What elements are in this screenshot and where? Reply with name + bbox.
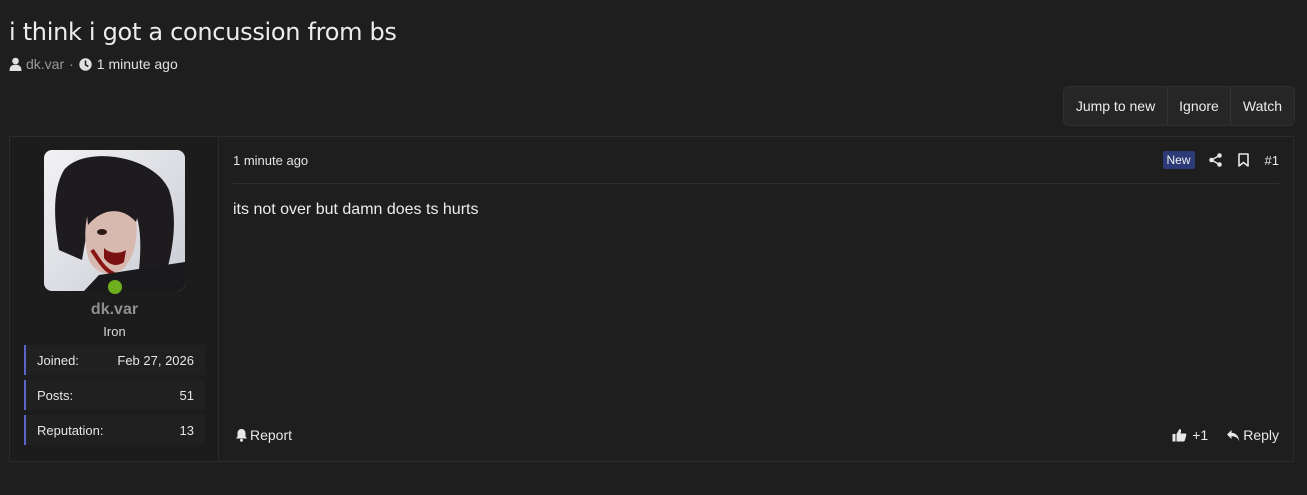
post-footer-actions: +1 Reply (1172, 427, 1279, 443)
stat-joined: Joined: Feb 27, 2026 (24, 345, 205, 375)
post: dk.var Iron Joined: Feb 27, 2026 Posts: … (9, 136, 1294, 462)
reaction-button[interactable]: +1 (1172, 427, 1208, 443)
watch-button[interactable]: Watch (1231, 87, 1294, 125)
stat-label: Posts: (37, 387, 74, 403)
post-user-panel: dk.var Iron Joined: Feb 27, 2026 Posts: … (10, 137, 219, 461)
reply-icon (1226, 429, 1240, 442)
post-username[interactable]: dk.var (10, 301, 219, 319)
stat-posts: Posts: 51 (24, 380, 205, 410)
stat-value: 13 (179, 422, 194, 438)
user-icon (9, 57, 22, 71)
stat-value: Feb 27, 2026 (117, 352, 194, 368)
reaction-count: +1 (1192, 427, 1209, 443)
stat-label: Joined: (37, 352, 79, 368)
ignore-button[interactable]: Ignore (1168, 87, 1231, 125)
post-time[interactable]: 1 minute ago (233, 153, 308, 168)
post-body: its not over but damn does ts hurts (233, 201, 479, 218)
report-button[interactable]: Report (235, 427, 292, 443)
avatar[interactable] (44, 150, 185, 291)
thread-actions: Jump to new Ignore Watch (1063, 86, 1295, 126)
thread-time[interactable]: 1 minute ago (97, 56, 178, 72)
thread-page: i think i got a concussion from bs dk.va… (0, 0, 1307, 495)
user-rank: Iron (103, 324, 126, 339)
bookmark-icon[interactable] (1237, 153, 1249, 167)
new-badge: New (1162, 151, 1195, 169)
reply-label: Reply (1243, 427, 1279, 443)
post-header-actions: New #1 (1162, 151, 1279, 169)
bell-icon (235, 428, 248, 442)
meta-separator: · (69, 56, 74, 72)
stat-label: Reputation: (37, 422, 104, 438)
clock-icon (79, 57, 92, 71)
stat-reputation: Reputation: 13 (24, 415, 205, 445)
share-icon[interactable] (1208, 153, 1222, 167)
report-label: Report (250, 427, 293, 443)
thread-meta: dk.var · 1 minute ago (9, 56, 178, 72)
thread-title: i think i got a concussion from bs (9, 18, 397, 46)
reply-button[interactable]: Reply (1226, 427, 1279, 443)
post-divider (233, 183, 1279, 184)
post-content-area: 1 minute ago New #1 its not over but dam… (219, 137, 1293, 461)
jump-to-new-button[interactable]: Jump to new (1064, 87, 1168, 125)
post-number-link[interactable]: #1 (1265, 153, 1279, 168)
stat-value: 51 (179, 387, 194, 403)
thread-author-link[interactable]: dk.var (26, 56, 64, 72)
online-status-indicator (106, 278, 124, 296)
thumbs-up-icon (1172, 428, 1187, 442)
